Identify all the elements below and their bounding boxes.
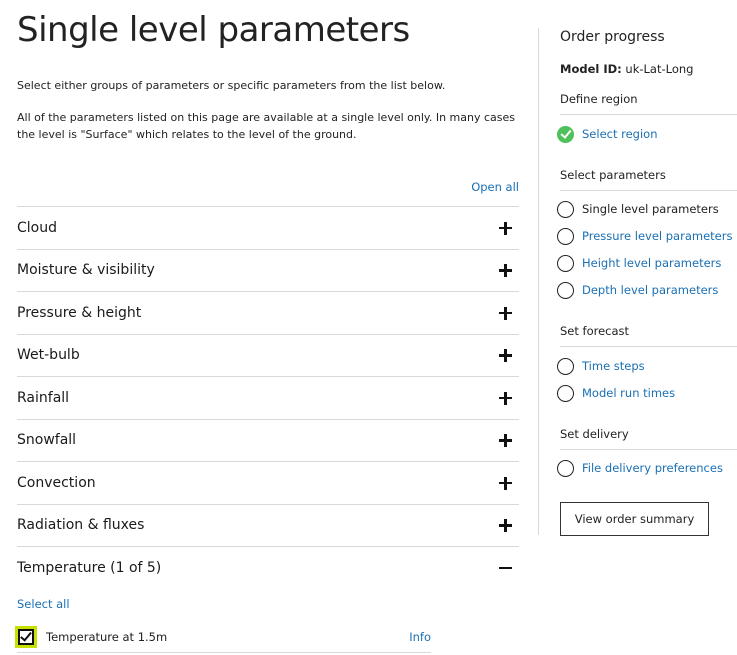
accordion-convection[interactable]: Convection	[17, 461, 519, 504]
section-select-parameters: Select parameters	[560, 168, 737, 191]
intro-text: Select either groups of parameters or sp…	[17, 79, 446, 92]
step-label: Select region	[582, 127, 658, 141]
parameter-checkbox[interactable]	[15, 626, 37, 648]
open-all-link[interactable]: Open all	[471, 180, 519, 194]
accordion-radiation-fluxes[interactable]: Radiation & fluxes	[17, 503, 519, 547]
circle-icon	[557, 227, 574, 245]
step-height-level-parameters[interactable]: Height level parameters	[557, 253, 721, 273]
plus-icon	[499, 391, 513, 405]
circle-icon	[557, 281, 574, 299]
intro-text-level: All of the parameters listed on this pag…	[17, 111, 516, 141]
plus-icon	[499, 476, 513, 490]
step-depth-level-parameters[interactable]: Depth level parameters	[557, 280, 718, 300]
accordion-label: Wet-bulb	[17, 347, 80, 364]
sidebar-title: Order progress	[560, 29, 665, 45]
circle-icon	[557, 254, 574, 272]
step-pressure-level-parameters[interactable]: Pressure level parameters	[557, 226, 732, 246]
minus-icon	[499, 561, 513, 575]
accordion-moisture-visibility[interactable]: Moisture & visibility	[17, 248, 519, 292]
sidebar-divider	[538, 28, 539, 535]
view-order-summary-button[interactable]: View order summary	[560, 502, 709, 536]
parameter-groups-accordion: Cloud Moisture & visibility Pressure & h…	[17, 206, 519, 589]
circle-icon	[557, 384, 574, 402]
circle-icon	[557, 200, 574, 218]
model-id-value: uk-Lat-Long	[625, 62, 694, 76]
plus-icon	[499, 348, 513, 363]
step-label: Time steps	[582, 359, 645, 373]
accordion-label: Radiation & fluxes	[17, 517, 145, 534]
accordion-label: Convection	[17, 474, 96, 491]
section-set-delivery: Set delivery	[560, 427, 737, 450]
step-label: File delivery preferences	[582, 461, 723, 475]
step-file-delivery-preferences[interactable]: File delivery preferences	[557, 458, 723, 478]
accordion-label: Rainfall	[17, 389, 70, 406]
section-define-region: Define region	[560, 92, 737, 115]
accordion-snowfall[interactable]: Snowfall	[17, 418, 519, 462]
parameter-row: Temperature at 1.5m Info	[15, 622, 431, 653]
step-label: Single level parameters	[582, 202, 719, 216]
plus-icon	[499, 306, 513, 320]
page-title: Single level parameters	[17, 10, 410, 50]
step-label: Model run times	[582, 386, 676, 400]
section-set-forecast: Set forecast	[560, 324, 737, 347]
accordion-label: Moisture & visibility	[17, 262, 155, 279]
plus-icon	[499, 221, 513, 235]
step-model-run-times[interactable]: Model run times	[557, 383, 675, 403]
accordion-pressure-height[interactable]: Pressure & height	[17, 291, 519, 334]
accordion-label: Snowfall	[17, 432, 77, 449]
plus-icon	[499, 433, 513, 448]
select-all-link[interactable]: Select all	[17, 597, 70, 611]
accordion-label: Temperature (1 of 5)	[17, 559, 162, 576]
accordion-label: Cloud	[17, 219, 57, 236]
step-single-level-parameters: Single level parameters	[557, 199, 719, 219]
step-label: Pressure level parameters	[582, 229, 733, 243]
accordion-label: Pressure & height	[17, 304, 142, 321]
checkmark-icon	[20, 629, 32, 642]
circle-icon	[557, 357, 574, 375]
step-select-region[interactable]: Select region	[557, 124, 658, 144]
plus-icon	[499, 263, 513, 278]
step-time-steps[interactable]: Time steps	[557, 356, 645, 376]
accordion-temperature[interactable]: Temperature (1 of 5)	[17, 546, 519, 589]
plus-icon	[499, 518, 513, 533]
step-label: Depth level parameters	[582, 283, 719, 297]
parameter-label: Temperature at 1.5m	[46, 630, 168, 644]
accordion-rainfall[interactable]: Rainfall	[17, 376, 519, 419]
check-circle-icon	[557, 125, 574, 143]
accordion-cloud[interactable]: Cloud	[17, 206, 519, 249]
parameter-info-link[interactable]: Info	[409, 630, 431, 644]
accordion-wet-bulb[interactable]: Wet-bulb	[17, 333, 519, 377]
model-id: Model ID: uk-Lat-Long	[560, 62, 693, 76]
model-id-key: Model ID:	[560, 62, 622, 76]
step-label: Height level parameters	[582, 256, 722, 270]
circle-icon	[557, 459, 574, 477]
